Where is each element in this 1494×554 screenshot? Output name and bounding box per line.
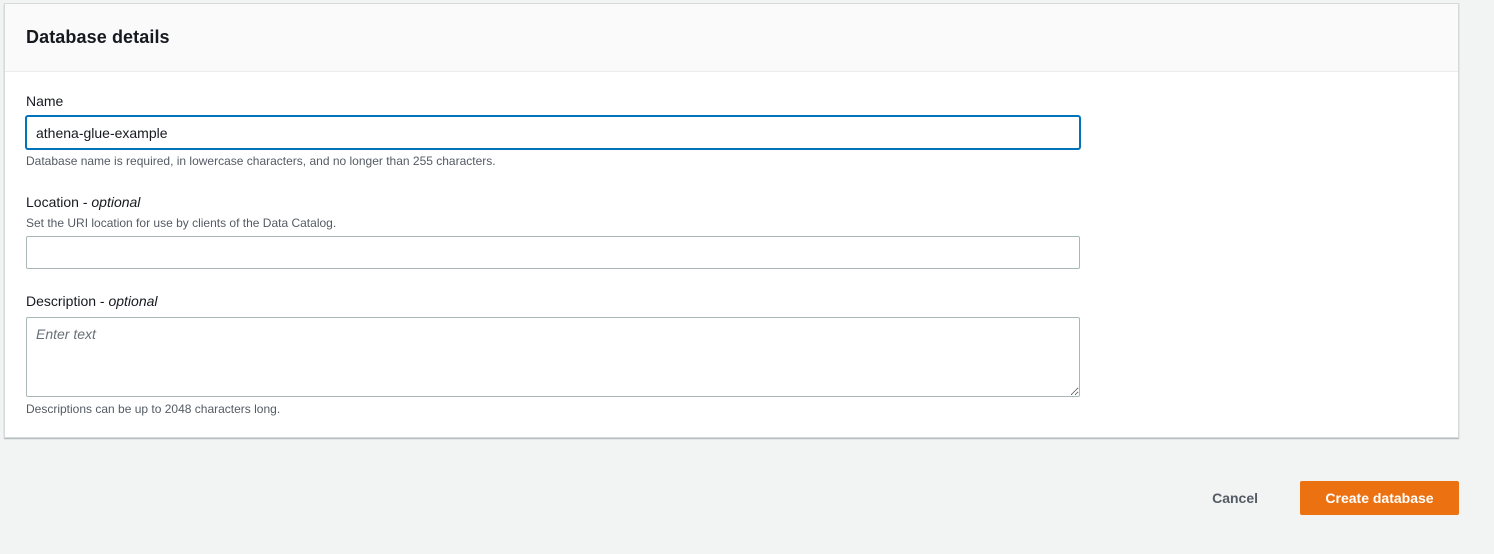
location-label-text: Location - bbox=[26, 194, 92, 210]
description-optional-text: optional bbox=[108, 293, 158, 309]
cancel-button[interactable]: Cancel bbox=[1192, 481, 1278, 515]
panel-header: Database details bbox=[5, 4, 1458, 72]
location-hint: Set the URI location for use by clients … bbox=[26, 216, 337, 230]
description-label: Description - optional bbox=[26, 293, 158, 309]
create-database-button[interactable]: Create database bbox=[1300, 481, 1459, 515]
name-label: Name bbox=[26, 93, 63, 109]
database-details-panel: Database details Name Database name is r… bbox=[4, 3, 1459, 438]
description-label-text: Description - bbox=[26, 293, 109, 309]
form-actions: Cancel Create database bbox=[1192, 481, 1459, 515]
location-input[interactable] bbox=[26, 236, 1080, 269]
location-optional-text: optional bbox=[91, 194, 141, 210]
panel-title: Database details bbox=[26, 27, 170, 47]
description-textarea[interactable] bbox=[26, 317, 1080, 397]
description-hint: Descriptions can be up to 2048 character… bbox=[26, 402, 281, 416]
name-hint: Database name is required, in lowercase … bbox=[26, 154, 496, 168]
location-label: Location - optional bbox=[26, 194, 140, 210]
name-label-text: Name bbox=[26, 93, 64, 109]
name-input[interactable] bbox=[26, 116, 1080, 149]
